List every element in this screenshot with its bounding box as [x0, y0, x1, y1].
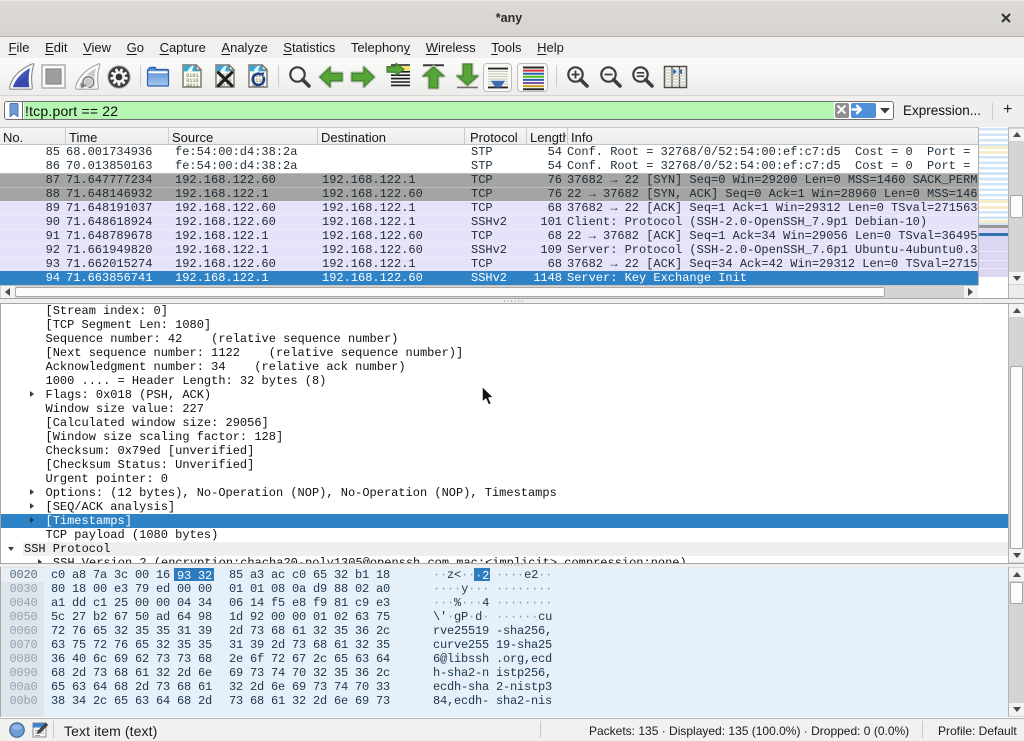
svg-text:0011: 0011 — [186, 83, 198, 88]
